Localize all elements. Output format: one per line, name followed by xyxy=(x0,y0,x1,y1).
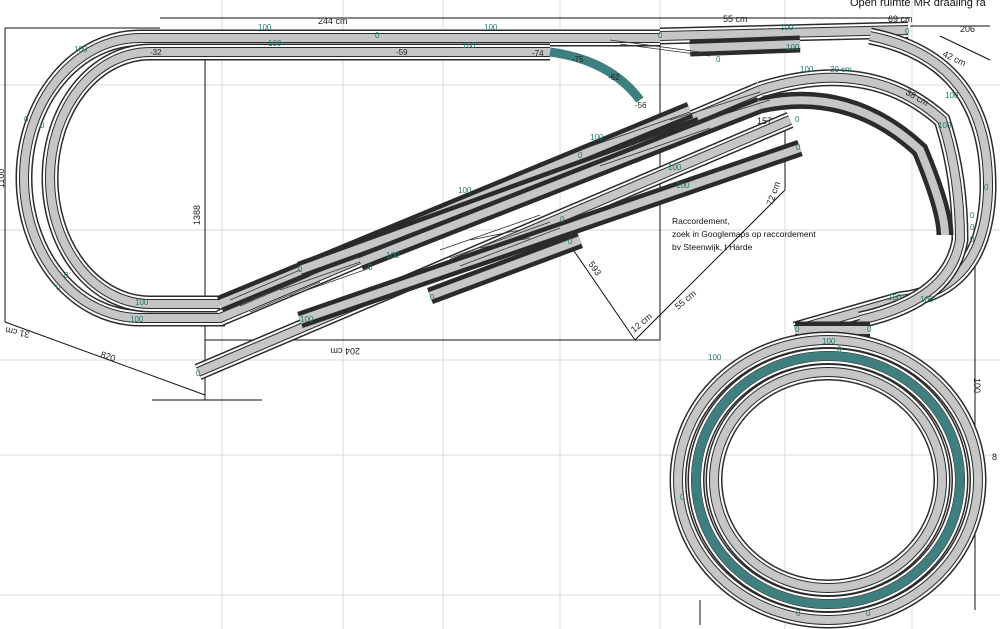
dim-bottom-12: 12 cm xyxy=(629,311,654,334)
elevation-marker: 0 xyxy=(837,345,842,354)
dim-top-55: 55 cm xyxy=(723,14,748,24)
label-157: 157 xyxy=(757,116,772,126)
note-line-2: zoek in Googlemaps op raccordement xyxy=(672,229,816,239)
elevation-marker: 100 xyxy=(484,23,498,32)
note-line-3: bv Steenwijk, t Harde xyxy=(672,242,753,252)
elevation-marker: 100 xyxy=(786,43,800,52)
elevation-marker: 100 xyxy=(74,45,88,54)
elevation-marker: 0 xyxy=(40,121,45,130)
elevation-marker: 100 xyxy=(668,163,682,172)
elevation-marker: -32 xyxy=(150,48,162,57)
dim-diag-593: 593 xyxy=(586,259,603,277)
elevation-marker: 0 xyxy=(430,293,435,302)
elevation-marker: 100 xyxy=(590,133,604,142)
elevation-marker: 0 xyxy=(970,235,975,244)
elevation-marker: 100 xyxy=(938,121,952,130)
elevation-marker: 39 cm xyxy=(830,65,852,74)
elevation-marker: -74 xyxy=(532,49,544,58)
dim-top-206: 206 xyxy=(960,24,975,34)
elevation-marker: 0 xyxy=(64,271,69,280)
dim-bottom-820: 820 xyxy=(99,349,116,363)
dim-left-1388: 1388 xyxy=(192,205,202,225)
elevation-marker: 100 xyxy=(708,353,722,362)
elevation-marker: 0 xyxy=(970,211,975,220)
elevation-marker: 100 xyxy=(462,41,476,50)
dim-top-244: 244 cm xyxy=(318,16,348,26)
elevation-marker: 0 xyxy=(970,223,975,232)
elevation-marker: 0 xyxy=(694,493,699,502)
elevation-marker: 0 xyxy=(867,325,872,334)
page-title: Open ruimte MR draaiing ra xyxy=(850,0,987,9)
elevation-marker: 100 xyxy=(130,315,144,324)
elevation-marker: 100 xyxy=(800,65,814,74)
elevation-marker: 0 xyxy=(368,263,373,272)
elevation-marker: -56 xyxy=(635,101,647,110)
elevation-marker: -62 xyxy=(608,73,620,82)
elevation-marker: 0 xyxy=(196,369,201,378)
elevation-marker: 0 xyxy=(796,609,801,618)
elevation-marker: 100 xyxy=(258,23,272,32)
elevation-marker: 0 xyxy=(795,325,800,334)
dim-right-100: 100 xyxy=(972,378,982,393)
elevation-marker: 0 xyxy=(905,27,910,36)
elevation-marker: 0 xyxy=(568,237,573,246)
elevation-marker: 0 xyxy=(716,55,721,64)
dim-diag-72: 72 cm xyxy=(764,180,782,206)
elevation-marker: 100 xyxy=(386,251,400,260)
dim-left-1100: 1100 xyxy=(0,169,6,188)
dim-bottom-204: 204 cm xyxy=(330,346,360,356)
elevation-marker: 0 xyxy=(375,31,380,40)
elevation-marker: -75 xyxy=(572,55,584,64)
elevation-marker: 0 xyxy=(560,215,565,224)
track-layout xyxy=(15,21,997,629)
elevation-marker: 100 xyxy=(945,91,959,100)
elevation-marker: 0 xyxy=(984,183,989,192)
elevation-marker: 100 xyxy=(920,295,934,304)
dim-bottom-31: 31 cm xyxy=(4,325,30,340)
elevation-marker: 0 xyxy=(866,609,871,618)
elevation-marker: 100 xyxy=(822,337,836,346)
elevation-marker: 100 xyxy=(458,186,472,195)
note-line-1: Raccordement, xyxy=(672,216,730,226)
elevation-marker: 0 xyxy=(795,115,800,124)
elevation-marker: 0 xyxy=(796,143,801,152)
elevation-marker: 100 xyxy=(300,315,314,324)
elevation-marker: 0 xyxy=(680,493,685,502)
elevation-marker: 100 xyxy=(135,298,149,307)
elevation-marker: 100 xyxy=(268,39,282,48)
elevation-marker: 0 xyxy=(658,31,663,40)
elevation-marker: 100 xyxy=(780,23,794,32)
elevation-marker: 0 xyxy=(24,115,29,124)
elevation-marker: -59 xyxy=(396,48,408,57)
dim-right-8: 8 xyxy=(992,452,997,462)
dim-top-69: 69 cm xyxy=(888,14,913,24)
elevation-marker: 0 xyxy=(298,265,303,274)
elevation-marker: 100 xyxy=(888,293,902,302)
elevation-marker: 0 xyxy=(56,283,61,292)
elevation-marker: 0 xyxy=(578,151,583,160)
elevation-marker: 100 xyxy=(676,181,690,190)
track-plan-canvas: Open ruimte MR draaiing ra 244 cm 55 cm … xyxy=(0,0,1000,629)
dim-diag-55: 55 cm xyxy=(673,288,698,311)
